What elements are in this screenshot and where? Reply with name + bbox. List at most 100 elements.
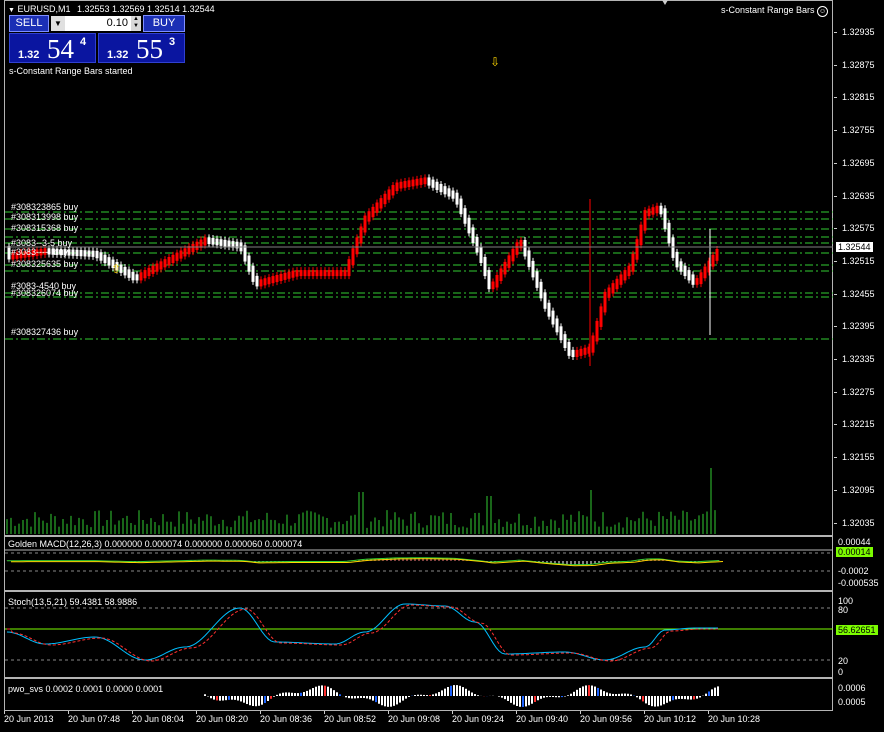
candle-body [195, 241, 199, 250]
candle-body [287, 271, 291, 279]
candle-body [203, 237, 207, 246]
candle-body [351, 248, 355, 266]
candle-body [131, 271, 135, 281]
price-axis-label: 1.32635 [842, 190, 875, 201]
candle-body [251, 265, 255, 282]
candle-body [95, 250, 99, 259]
candle-body [515, 242, 519, 255]
candle-body [435, 181, 439, 190]
candle-body [343, 270, 347, 277]
time-axis-label: 20 Jun 2013 [4, 714, 54, 724]
indicator-header: s-Constant Range Bars ☺ [721, 5, 829, 17]
candle-body [499, 268, 503, 281]
candle-body [567, 342, 571, 356]
candle-body [151, 265, 155, 274]
candle-body [75, 249, 79, 257]
candle-body [683, 265, 687, 277]
price-axis-tick [834, 260, 837, 262]
macd-title: Golden MACD(12,26,3) 0.000000 0.000074 0… [8, 539, 303, 549]
smiley-icon[interactable]: ☺ [817, 6, 829, 17]
time-axis-label: 20 Jun 09:24 [452, 714, 505, 724]
price-axis-tick [834, 457, 837, 459]
price-axis-tick [834, 391, 837, 393]
candle-body [315, 270, 319, 277]
candle-body [603, 291, 607, 313]
candle-body [311, 270, 315, 277]
candle-body [699, 272, 703, 285]
candle-body [599, 306, 603, 327]
candle-body [123, 266, 127, 276]
price-axis-label: 1.32095 [842, 484, 875, 495]
sell-button[interactable]: SELL [9, 15, 49, 32]
candle-body [259, 279, 263, 287]
macd-level-mid: -0.0002 [838, 566, 869, 576]
symbol-label: EURUSD,M1 [17, 4, 71, 14]
lot-size-field[interactable]: 0.10 [65, 16, 131, 31]
candle-body [655, 205, 659, 214]
candle-body [127, 269, 131, 278]
candle-body [79, 250, 83, 257]
stoch-signal-line [7, 604, 718, 662]
price-axis-label: 1.32215 [842, 419, 875, 430]
candle-body [711, 254, 715, 267]
candle-body [331, 270, 335, 277]
candle-body [663, 208, 667, 229]
time-axis[interactable]: 20 Jun 2013 20 Jun 07:48 20 Jun 08:04 20 Ju… [0, 711, 884, 732]
buy-button[interactable]: BUY [143, 15, 185, 32]
candle-body [503, 261, 507, 275]
price-axis-label: 1.32035 [842, 517, 875, 528]
price-axis-tick [834, 522, 837, 524]
header-down-arrow-icon: ▼ [8, 7, 15, 14]
started-message: s-Constant Range Bars started [9, 66, 133, 76]
candle-body [475, 236, 479, 253]
price-axis-label: 1.32335 [842, 354, 875, 364]
candle-body [243, 245, 247, 262]
candle-body [703, 266, 707, 279]
candle-body [147, 267, 151, 277]
candle-body [399, 181, 403, 189]
price-chart-svg[interactable]: ⇩⇧ [5, 1, 833, 535]
candle-body [279, 273, 283, 281]
candle-body [443, 186, 447, 195]
candle-body [527, 250, 531, 267]
candle-body [167, 256, 171, 266]
candle-body [675, 251, 679, 268]
price-axis-tick [834, 97, 837, 99]
price-axis-label: 1.32155 [842, 452, 875, 463]
pwo-title: pwo_svs 0.0002 0.0001 0.0000 0.0001 [8, 684, 164, 694]
candle-body [247, 255, 251, 272]
order-label-overlapped: #3083----- buy [11, 247, 69, 257]
candle-body [543, 292, 547, 309]
time-axis-label: 20 Jun 08:20 [196, 714, 249, 724]
price-axis-label: 1.32395 [842, 321, 875, 332]
candle-body [531, 260, 535, 278]
candle-body [615, 278, 619, 290]
lot-spinner[interactable]: ▲ ▼ [131, 16, 141, 31]
candle-body [91, 250, 95, 257]
candle-body [467, 217, 471, 234]
candle-body [135, 274, 139, 281]
price-axis-tick [834, 293, 837, 295]
sell-price-big: 54 [47, 34, 74, 64]
lot-dropdown-arrow-icon[interactable]: ▼ [51, 16, 65, 31]
candle-body [323, 270, 327, 277]
candle-body [159, 261, 163, 270]
candle-body [715, 249, 719, 261]
candle-body [667, 222, 671, 244]
price-axis[interactable]: 1.32935 1.32875 1.32815 1.32755 1.32695 1.326… [834, 0, 884, 536]
stoch-current-label: 56.62651 [836, 625, 878, 635]
candle-body [411, 179, 415, 187]
order-label: #308315368 buy [11, 223, 79, 233]
candle-body [459, 198, 463, 215]
sell-price-box[interactable]: 1.32 54 4 [9, 33, 96, 64]
candle-body [295, 270, 299, 277]
time-axis-label: 20 Jun 08:04 [132, 714, 185, 724]
candle-body [563, 334, 567, 349]
sell-price-prefix: 1.32 [18, 49, 40, 61]
buy-price-box[interactable]: 1.32 55 3 [98, 33, 185, 64]
candle-body [535, 271, 539, 288]
candle-body [651, 207, 655, 215]
candle-body [583, 347, 587, 355]
order-label-overlapped: #3083-4540 buy [11, 281, 77, 291]
candle-body [523, 239, 527, 257]
